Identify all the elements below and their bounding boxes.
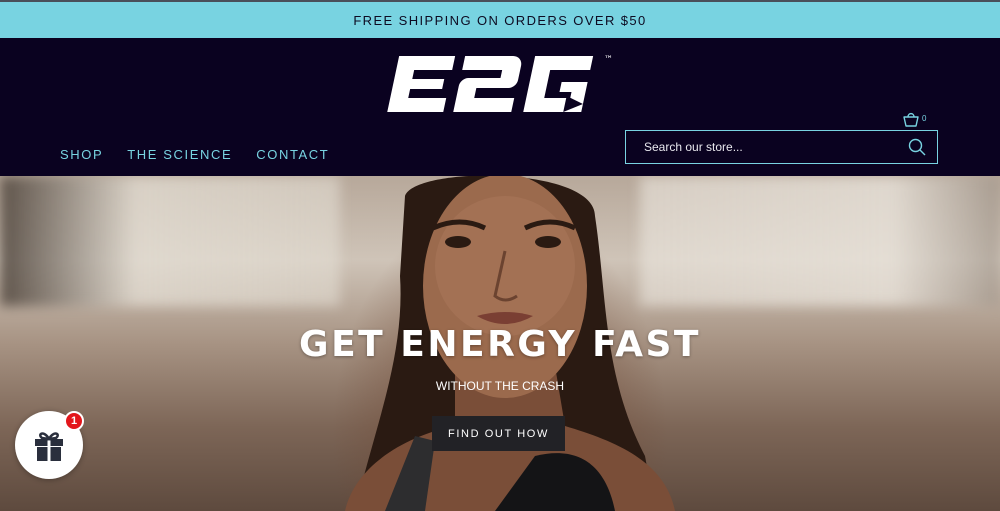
gift-icon: [35, 432, 63, 461]
nav-item-contact[interactable]: CONTACT: [256, 147, 329, 162]
search-form: [625, 130, 938, 164]
nav-item-shop[interactable]: SHOP: [60, 147, 103, 162]
hero-subtitle: WITHOUT THE CRASH: [435, 379, 565, 393]
search-button[interactable]: [897, 131, 937, 163]
hero-title: GET ENERGY FAST: [299, 324, 701, 365]
hero-background-window-left: [0, 176, 340, 306]
brand-logo[interactable]: ™: [380, 52, 620, 116]
trademark-text: ™: [604, 55, 613, 65]
nav-item-the-science[interactable]: THE SCIENCE: [127, 147, 232, 162]
search-input[interactable]: [626, 131, 897, 163]
cart-count: 0: [922, 114, 927, 123]
announcement-bar: FREE SHIPPING ON ORDERS OVER $50: [0, 0, 1000, 38]
hero-background-window-right: [640, 176, 1000, 306]
find-out-how-button[interactable]: FIND OUT HOW: [432, 416, 565, 451]
hero-banner: GET ENERGY FAST WITHOUT THE CRASH FIND O…: [0, 176, 1000, 511]
cart-icon: [903, 112, 919, 127]
main-nav: SHOP THE SCIENCE CONTACT: [60, 147, 329, 162]
announcement-text: FREE SHIPPING ON ORDERS OVER $50: [353, 12, 647, 28]
cart-button[interactable]: 0: [902, 110, 932, 132]
search-icon: [908, 138, 926, 156]
gift-notification-badge: 1: [64, 411, 84, 431]
